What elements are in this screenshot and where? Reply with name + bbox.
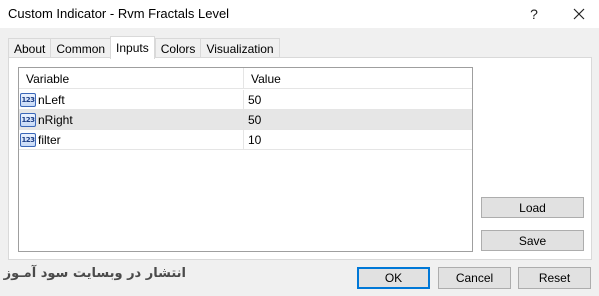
table-row[interactable]: 123 filter 10 (19, 130, 472, 150)
tab-about[interactable]: About (8, 38, 51, 59)
integer-type-icon: 123 (20, 93, 36, 107)
variable-name: nRight (38, 113, 73, 127)
close-icon (573, 8, 585, 20)
variable-name: filter (38, 133, 61, 147)
integer-type-icon: 123 (20, 133, 36, 147)
value-cell[interactable]: 50 (244, 110, 472, 130)
table-row[interactable]: 123 nRight 50 (19, 110, 472, 130)
column-header-variable[interactable]: Variable (19, 68, 244, 89)
table-row[interactable]: 123 nLeft 50 (19, 90, 472, 110)
column-header-value[interactable]: Value (244, 68, 281, 89)
load-button[interactable]: Load (481, 197, 584, 218)
inputs-grid: Variable Value 123 nLeft 50 123 nRight 5… (18, 67, 473, 252)
variable-cell: 123 nRight (19, 110, 244, 130)
save-button[interactable]: Save (481, 230, 584, 251)
value-cell[interactable]: 50 (244, 90, 472, 110)
reset-button[interactable]: Reset (518, 267, 591, 289)
variable-cell: 123 filter (19, 130, 244, 150)
tab-strip: About Common Inputs Colors Visualization (8, 36, 280, 59)
integer-type-icon: 123 (20, 113, 36, 127)
tab-common[interactable]: Common (50, 38, 111, 59)
ok-button[interactable]: OK (357, 267, 430, 289)
watermark-text: انتشار در وبسایت سود آمـوز (3, 266, 186, 281)
value-cell[interactable]: 10 (244, 130, 472, 150)
tab-inputs[interactable]: Inputs (110, 36, 155, 59)
tab-visualization[interactable]: Visualization (200, 38, 280, 59)
title-bar: Custom Indicator - Rvm Fractals Level ? (0, 0, 599, 28)
window-title: Custom Indicator - Rvm Fractals Level (8, 6, 230, 21)
help-button[interactable]: ? (520, 0, 548, 28)
grid-header: Variable Value (19, 68, 472, 89)
cancel-button[interactable]: Cancel (438, 267, 511, 289)
close-button[interactable] (562, 0, 596, 28)
tab-colors[interactable]: Colors (154, 38, 201, 59)
variable-cell: 123 nLeft (19, 90, 244, 110)
variable-name: nLeft (38, 93, 65, 107)
